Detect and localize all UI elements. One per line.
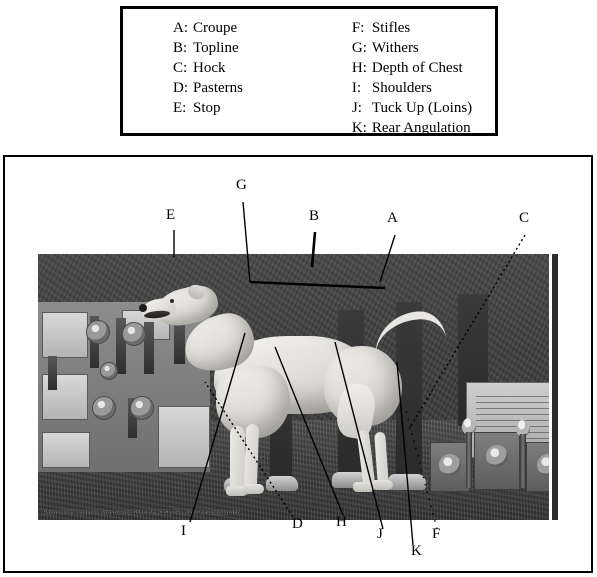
legend-column-right: F: Stifles G: Withers H: Depth of Chest … bbox=[352, 18, 495, 136]
legend-key-h: H: bbox=[351, 60, 367, 76]
callout-label-c: C bbox=[519, 210, 530, 226]
figure-page: A: Croupe B: Topline C: Hock D: Pasterns… bbox=[0, 0, 597, 577]
dog-photograph: Photo of CH Topline's Toro Blanco SchH B… bbox=[38, 254, 558, 520]
legend-item-i: I: Shoulders bbox=[352, 78, 495, 98]
callout-label-i: I bbox=[181, 523, 186, 539]
legend-key-e: E: bbox=[173, 100, 187, 116]
legend-term-depth-of-chest: Depth of Chest bbox=[371, 60, 463, 76]
figure-frame: Photo of CH Topline's Toro Blanco SchH B… bbox=[3, 155, 593, 573]
legend-key-f: F: bbox=[351, 20, 365, 36]
callout-label-f: F bbox=[432, 526, 441, 542]
legend-key-i: I: bbox=[351, 80, 362, 96]
legend-key-k: K: bbox=[351, 120, 367, 136]
legend-term-rear-angulation: Rear Angulation bbox=[371, 120, 471, 136]
legend-item-e: E: Stop bbox=[173, 98, 352, 118]
legend-term-croupe: Croupe bbox=[193, 20, 238, 36]
dog-hindleg bbox=[356, 429, 376, 487]
legend-item-k: K: Rear Angulation bbox=[352, 118, 495, 138]
legend-key-g: G: bbox=[351, 40, 367, 56]
legend-key-a: A: bbox=[173, 20, 188, 36]
legend-item-c: C: Hock bbox=[173, 58, 352, 78]
dog-hindleg bbox=[374, 431, 389, 487]
callout-label-j: J bbox=[377, 526, 383, 542]
dog-foreleg bbox=[243, 423, 260, 491]
legend-item-h: H: Depth of Chest bbox=[352, 58, 495, 78]
legend-box: A: Croupe B: Topline C: Hock D: Pasterns… bbox=[120, 6, 498, 136]
legend-columns: A: Croupe B: Topline C: Hock D: Pasterns… bbox=[123, 9, 495, 136]
dog-tail bbox=[372, 309, 448, 363]
legend-key-b: B: bbox=[173, 40, 188, 56]
legend-term-withers: Withers bbox=[371, 40, 419, 56]
legend-item-d: D: Pasterns bbox=[173, 78, 352, 98]
legend-term-topline: Topline bbox=[193, 40, 239, 56]
legend-term-shoulders: Shoulders bbox=[371, 80, 432, 96]
legend-term-stop: Stop bbox=[193, 100, 221, 116]
legend-item-g: G: Withers bbox=[352, 38, 495, 58]
legend-term-tuck-up: Tuck Up (Loins) bbox=[371, 100, 473, 116]
legend-term-stifles: Stifles bbox=[371, 20, 411, 36]
dog-subject bbox=[38, 254, 558, 520]
callout-label-e: E bbox=[166, 207, 176, 223]
dog-eye bbox=[170, 299, 174, 303]
callout-label-a: A bbox=[387, 210, 398, 226]
legend-key-c: C: bbox=[173, 60, 188, 76]
legend-item-a: A: Croupe bbox=[173, 18, 352, 38]
dog-nose bbox=[139, 304, 147, 312]
callout-label-h: H bbox=[336, 514, 347, 530]
dog-paw bbox=[372, 480, 393, 490]
dog-paw bbox=[243, 484, 264, 494]
callout-label-b: B bbox=[309, 208, 320, 224]
photo-caption: Photo of CH Topline's Toro Blanco SchH B… bbox=[43, 510, 241, 516]
dog-foreleg bbox=[230, 426, 245, 492]
legend-column-left: A: Croupe B: Topline C: Hock D: Pasterns… bbox=[123, 18, 352, 133]
legend-key-j: J: bbox=[351, 100, 362, 116]
legend-item-f: F: Stifles bbox=[352, 18, 495, 38]
legend-term-pasterns: Pasterns bbox=[193, 80, 243, 96]
callout-label-d: D bbox=[292, 516, 303, 532]
callout-label-g: G bbox=[236, 177, 247, 193]
legend-item-b: B: Topline bbox=[173, 38, 352, 58]
photo-edge-strip bbox=[549, 254, 558, 520]
callout-label-k: K bbox=[411, 543, 422, 559]
legend-item-j: J: Tuck Up (Loins) bbox=[352, 98, 495, 118]
legend-term-hock: Hock bbox=[193, 60, 226, 76]
legend-key-d: D: bbox=[173, 80, 188, 96]
